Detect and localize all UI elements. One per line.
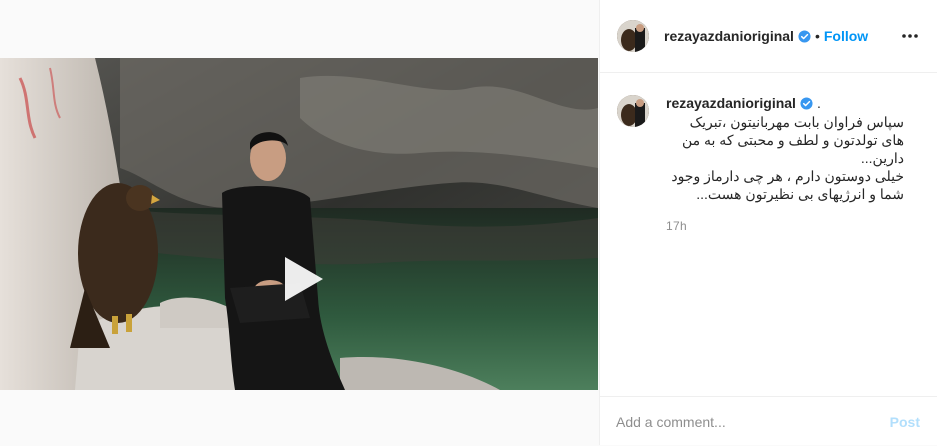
- play-icon: [285, 257, 323, 301]
- caption-avatar-image: [617, 95, 649, 127]
- post-header: rezayazdanioriginal • Follow: [600, 0, 937, 73]
- media-pane: [0, 0, 598, 445]
- author-avatar[interactable]: [617, 20, 649, 52]
- play-button[interactable]: [268, 246, 334, 312]
- more-options-icon[interactable]: [900, 27, 920, 45]
- verified-badge-icon: [800, 96, 813, 110]
- video-frame: [0, 58, 598, 390]
- avatar-image: [617, 20, 649, 52]
- follow-button[interactable]: Follow: [824, 28, 868, 44]
- video-player[interactable]: [0, 58, 598, 390]
- author-username[interactable]: rezayazdanioriginal: [664, 28, 794, 44]
- verified-badge-icon: [798, 29, 811, 43]
- post-comment-button[interactable]: Post: [890, 414, 920, 430]
- post-timestamp[interactable]: 17h: [666, 219, 687, 233]
- caption-suffix: .: [816, 95, 821, 111]
- caption-head: rezayazdanioriginal .: [666, 95, 916, 111]
- caption-avatar[interactable]: [617, 95, 649, 127]
- comment-bar: Post: [600, 396, 937, 446]
- post-details-pane: rezayazdanioriginal • Follow rezayazdani…: [599, 0, 937, 445]
- comment-input[interactable]: [616, 414, 856, 430]
- caption-text: سپاس فراوان بابت مهربانیتون ،تبریک های ت…: [671, 114, 904, 202]
- caption-username[interactable]: rezayazdanioriginal: [666, 95, 796, 111]
- follow-separator: •: [814, 28, 820, 44]
- caption-body: rezayazdanioriginal . سپاس فراوان بابت م…: [666, 95, 916, 203]
